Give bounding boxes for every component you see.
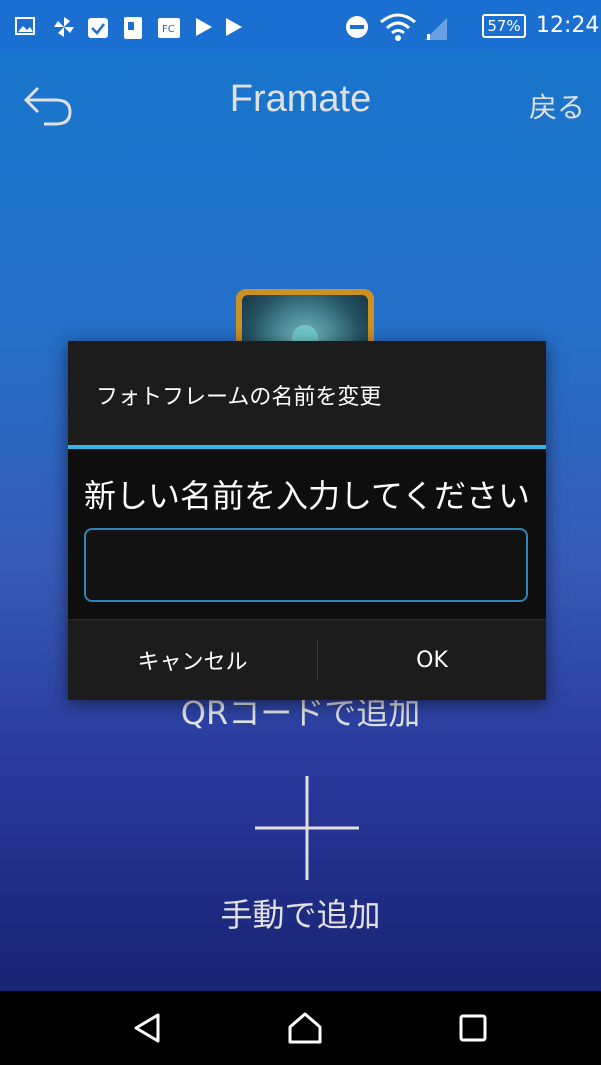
nav-back-icon [134,1013,160,1043]
clock: 12:24 [536,13,600,38]
dialog-message: 新しい名前を入力してください [83,477,531,515]
nav-home-icon [288,1012,322,1044]
nav-home-button[interactable] [260,991,350,1065]
signal-icon [425,18,447,40]
wifi-icon [380,13,416,41]
battery-level: 57% [487,17,521,35]
dialog-title: フォトフレームの名前を変更 [96,385,382,410]
cancel-button[interactable]: キャンセル [68,620,317,700]
do-not-disturb-icon [346,16,368,38]
ok-button[interactable]: OK [318,620,546,700]
frame-name-input[interactable] [84,528,528,602]
play-icon [196,18,212,36]
nav-back-button[interactable] [102,991,192,1065]
play-icon [226,18,242,36]
nav-recents-icon [459,1014,487,1042]
rename-dialog: フォトフレームの名前を変更 新しい名前を入力してください キャンセル OK [68,341,546,700]
fc-icon: FC [158,18,180,38]
check-icon [88,18,108,38]
navigation-bar [0,991,601,1065]
screen: FC 57% 12:24 Framate 戻る QRコードで追加 手動で追加 フ… [0,0,601,1065]
notification-icons: FC [15,17,242,39]
svg-text:FC: FC [162,24,175,35]
nav-recents-button[interactable] [428,991,518,1065]
dialog-button-bar: キャンセル OK [68,619,546,700]
pinwheel-icon [54,17,74,37]
system-status-icons [346,13,447,41]
image-icon [15,17,35,35]
sim-icon [124,17,142,39]
dialog-body: 新しい名前を入力してください [68,449,546,619]
status-bar: FC 57% 12:24 [0,0,601,52]
battery-icon: 57% [482,14,526,38]
